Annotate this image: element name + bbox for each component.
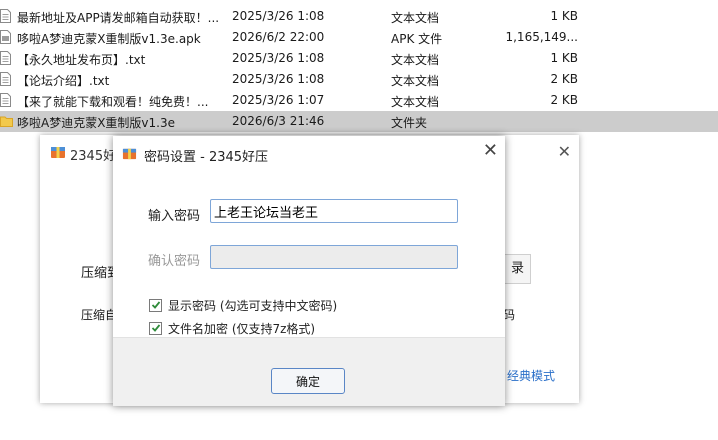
check-icon (151, 324, 160, 332)
app-logo-icon (122, 148, 137, 160)
file-type: APK 文件 (391, 32, 443, 46)
dialog-title: 密码设置 - 2345好压 (144, 150, 269, 165)
app-logo-icon (51, 147, 65, 158)
file-list: 最新地址及APP请发邮箱自动获取！... 2025/3/26 1:08 文本文档… (0, 6, 718, 132)
text-document-icon (0, 93, 11, 107)
file-name: 【论坛介绍】.txt (17, 74, 110, 88)
file-type: 文本文档 (391, 95, 440, 109)
text-document-icon (0, 9, 11, 23)
file-size: 2 KB (550, 72, 578, 86)
file-name: 【来了就能下载和观看！纯免费！... (17, 95, 209, 109)
file-size: 1 KB (550, 51, 578, 65)
compress-from-label: 压缩自 (81, 308, 118, 322)
folder-icon (0, 116, 13, 127)
file-row[interactable]: 最新地址及APP请发邮箱自动获取！... 2025/3/26 1:08 文本文档… (0, 6, 718, 27)
file-name: 哆啦A梦迪克蒙X重制版v1.3e.apk (17, 32, 201, 46)
file-type: 文件夹 (391, 116, 428, 130)
show-password-label: 显示密码 (勾选可支持中文密码) (168, 298, 338, 313)
file-name: 最新地址及APP请发邮箱自动获取！... (17, 11, 220, 25)
file-date: 2025/3/26 1:07 (232, 93, 325, 107)
show-password-option[interactable]: 显示密码 (勾选可支持中文密码) (149, 296, 337, 314)
file-type: 文本文档 (391, 11, 440, 25)
password-label: 输入密码 (148, 209, 201, 224)
file-size: 1,165,149... (505, 30, 578, 44)
file-row[interactable]: 【论坛介绍】.txt 2025/3/26 1:08 文本文档 2 KB (0, 69, 718, 90)
file-row[interactable]: 【永久地址发布页】.txt 2025/3/26 1:08 文本文档 1 KB (0, 48, 718, 69)
text-document-icon (0, 51, 11, 65)
ok-button[interactable]: 确定 (271, 368, 345, 394)
file-type: 文本文档 (391, 53, 440, 67)
file-size: 1 KB (550, 9, 578, 23)
confirm-password-input[interactable] (210, 245, 458, 269)
file-date: 2025/3/26 1:08 (232, 72, 325, 86)
encrypt-filenames-option[interactable]: 文件名加密 (仅支持7z格式) (149, 319, 315, 337)
file-row-selected[interactable]: 哆啦A梦迪克蒙X重制版v1.3e 2026/6/3 21:46 文件夹 (0, 111, 718, 132)
file-date: 2026/6/3 21:46 (232, 114, 325, 128)
file-name: 【永久地址发布页】.txt (17, 53, 146, 67)
file-date: 2025/3/26 1:08 (232, 51, 325, 65)
confirm-password-label: 确认密码 (148, 254, 201, 269)
text-document-icon (0, 72, 11, 86)
file-row[interactable]: 【来了就能下载和观看！纯免费！... 2025/3/26 1:07 文本文档 2… (0, 90, 718, 111)
file-type: 文本文档 (391, 74, 440, 88)
file-size: 2 KB (550, 93, 578, 107)
file-row[interactable]: 哆啦A梦迪克蒙X重制版v1.3e.apk 2026/6/2 22:00 APK … (0, 27, 718, 48)
file-name: 哆啦A梦迪克蒙X重制版v1.3e (17, 116, 175, 130)
classic-mode-link[interactable]: 经典模式 (507, 367, 555, 384)
encrypt-filenames-checkbox[interactable] (149, 321, 162, 335)
file-date: 2026/6/2 22:00 (232, 30, 325, 44)
password-dialog: 密码设置 - 2345好压 ✕ 输入密码 确认密码 显示密码 (勾选可支持中文密… (113, 136, 505, 406)
close-icon[interactable]: ✕ (558, 142, 571, 161)
apk-file-icon (0, 30, 11, 44)
close-icon[interactable]: ✕ (483, 141, 498, 161)
password-input[interactable] (210, 199, 458, 223)
window-title: 2345好 (70, 149, 117, 164)
encrypt-filenames-label: 文件名加密 (仅支持7z格式) (168, 321, 316, 336)
check-icon (151, 301, 160, 309)
show-password-checkbox[interactable] (149, 298, 162, 312)
file-date: 2025/3/26 1:08 (232, 9, 325, 23)
